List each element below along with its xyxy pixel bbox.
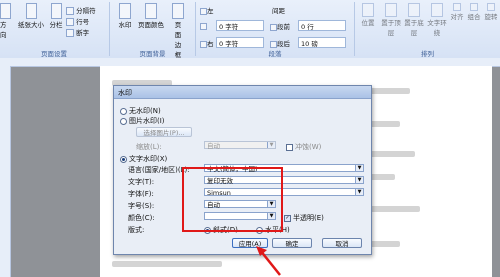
group-label-paragraph: 段落 — [268, 50, 282, 58]
text-wrap-icon — [431, 3, 443, 17]
blurred-text — [370, 174, 395, 180]
breaks-button[interactable]: 分隔符 — [66, 5, 96, 15]
font-label: 字体(F): — [128, 190, 154, 198]
bring-front-button[interactable]: 置于顶层 — [381, 3, 401, 47]
dialog-title: 水印 — [118, 89, 132, 97]
align-icon — [453, 3, 461, 11]
radio-icon — [120, 117, 127, 125]
text-label: 文字(T): — [128, 178, 155, 186]
size-label: 字号(S): — [128, 202, 155, 210]
no-watermark-radio[interactable]: 无水印(N) — [120, 106, 161, 116]
color-label: 颜色(C): — [128, 214, 155, 222]
cancel-button[interactable]: 取消 — [322, 238, 362, 248]
text-watermark-radio[interactable]: 文字水印(X) — [120, 154, 167, 164]
spacing-before-label: 段前 — [270, 21, 290, 31]
indent-right-input[interactable]: 0 字符 — [216, 37, 264, 48]
indent-left-label: 左 — [200, 5, 214, 15]
blurred-text — [370, 88, 410, 94]
text-direction-button[interactable]: 方向 — [0, 3, 12, 39]
spacing-after-icon — [270, 40, 277, 48]
page-border-icon — [172, 3, 184, 19]
scale-select[interactable]: 自动 ▼ — [204, 141, 276, 150]
send-back-icon — [408, 3, 420, 17]
line-numbers-icon — [66, 18, 74, 26]
indent-left-input[interactable]: 0 字符 — [216, 20, 264, 31]
text-direction-icon — [0, 3, 11, 19]
chevron-down-icon: ▼ — [355, 189, 363, 195]
spacing-after-label: 段后 — [270, 38, 290, 48]
send-back-button[interactable]: 置于底层 — [404, 3, 424, 47]
blurred-text — [112, 261, 222, 267]
radio-selected-icon — [120, 155, 127, 163]
hyphenation-button[interactable]: 断字 — [66, 27, 89, 37]
checkbox-icon — [286, 143, 293, 151]
spacing-after-input[interactable]: 10 磅 — [298, 37, 346, 48]
indent-left-icon — [200, 7, 207, 15]
margins-button[interactable]: 纸张大小 — [14, 3, 48, 33]
group-icon — [470, 3, 478, 11]
indent-right-label: 右 — [200, 38, 214, 48]
blurred-text — [370, 206, 420, 212]
line-numbers-button[interactable]: 行号 — [66, 16, 89, 26]
vertical-ruler[interactable] — [0, 66, 11, 277]
spacing-title: 间距 — [272, 7, 285, 15]
breaks-icon — [66, 7, 74, 15]
columns-icon — [50, 3, 62, 19]
spacing-before-input[interactable]: 0 行 — [298, 20, 346, 31]
watermark-icon — [119, 3, 131, 19]
text-wrap-button[interactable]: 文字环绕 — [427, 3, 447, 47]
arrange-group: 位置 置于顶层 置于底层 文字环绕 对齐 组合 旋转 — [358, 3, 498, 47]
page-color-button[interactable]: 页面颜色 — [136, 3, 166, 33]
columns-button[interactable]: 分栏 — [48, 3, 64, 33]
indent-icon — [200, 22, 207, 30]
position-icon — [362, 3, 374, 17]
align-button[interactable]: 对齐 — [450, 3, 464, 47]
page-border-button[interactable]: 页面边框 — [166, 3, 190, 59]
semitransparent-checkbox[interactable]: ✓ 半透明(E) — [284, 213, 324, 223]
checkbox-checked-icon: ✓ — [284, 214, 291, 222]
spacing-before-icon — [270, 23, 277, 31]
picture-watermark-radio[interactable]: 图片水印(I) — [120, 116, 165, 126]
layout-label: 版式: — [128, 226, 145, 234]
blurred-text — [370, 151, 415, 157]
position-button[interactable]: 位置 — [358, 3, 378, 47]
rotate-button[interactable]: 旋转 — [484, 3, 498, 47]
group-label-arrange: 排列 — [421, 50, 434, 58]
highlight-box — [182, 167, 283, 232]
watermark-button[interactable]: 水印 — [114, 3, 136, 33]
select-picture-button[interactable]: 选择图片(P)... — [136, 127, 192, 137]
bring-front-icon — [385, 3, 397, 17]
ribbon: 方向 纸张大小 分栏 分隔符 行号 断字 页面设置 水印 页面颜色 页面边框 页… — [0, 0, 500, 59]
rotate-icon — [487, 3, 495, 11]
scale-label: 缩放(L): — [136, 143, 162, 151]
page-color-icon — [145, 3, 157, 19]
page-size-icon — [25, 3, 37, 19]
chevron-down-icon: ▼ — [267, 142, 275, 148]
language-label: 语言(国家/地区)(L): — [128, 166, 190, 174]
group-label-page-background: 页面背景 — [139, 50, 166, 58]
indent-left-row-label — [200, 22, 207, 30]
radio-icon — [120, 107, 127, 115]
blurred-text — [370, 121, 400, 127]
highlight-arrow-icon — [256, 246, 281, 276]
washout-checkbox[interactable]: 冲蚀(W) — [286, 142, 321, 152]
hyphenation-icon — [66, 29, 74, 37]
chevron-down-icon: ▼ — [355, 177, 363, 183]
chevron-down-icon: ▼ — [355, 165, 363, 171]
group-label-page-setup: 页面设置 — [41, 50, 67, 58]
dialog-titlebar[interactable]: 水印 — [114, 86, 371, 99]
group-button[interactable]: 组合 — [467, 3, 481, 47]
blurred-text — [370, 241, 400, 247]
indent-right-icon — [200, 40, 207, 48]
